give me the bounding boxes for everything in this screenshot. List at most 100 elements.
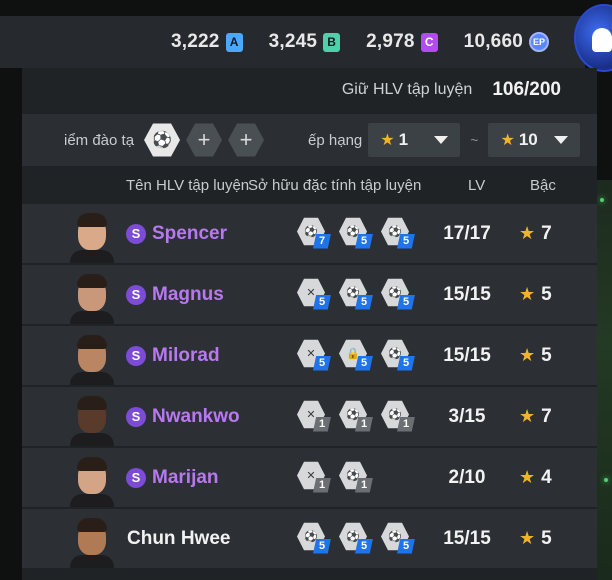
coach-rank: ★ 5 <box>519 345 552 367</box>
header-rank[interactable]: Bậc <box>530 177 556 194</box>
training-trait-icon[interactable]: ✕ 1 <box>297 461 335 495</box>
trait-list: ✕ 5 ⚽ 5 ⚽ 5 <box>297 278 419 312</box>
currency-a[interactable]: 3,222 A <box>171 31 243 53</box>
special-coach-icon: S <box>126 223 146 244</box>
table-row[interactable]: S Marijan ✕ 1 ⚽ 1 2/10 ★ 4 <box>22 448 597 507</box>
star-icon: ★ <box>500 132 515 149</box>
coach-list-panel: Giữ HLV tập luyện 106/200 iểm đào tạ ⚽ +… <box>22 68 597 580</box>
coach-level: 2/10 <box>448 466 486 488</box>
training-trait-icon[interactable]: ⚽ 5 <box>339 217 377 251</box>
coach-portrait <box>70 393 114 446</box>
training-trait-icon[interactable]: ⚽ 5 <box>381 522 419 556</box>
coach-rank: ★ 4 <box>519 467 552 489</box>
table-header: Tên HLV tập luyện Sở hữu đặc tính tập lu… <box>22 168 597 202</box>
coach-portrait <box>70 210 114 263</box>
star-icon: ★ <box>519 284 536 304</box>
star-icon: ★ <box>380 132 395 149</box>
rank-value: 5 <box>541 283 552 305</box>
training-trait-icon[interactable]: ✕ 1 <box>297 400 335 434</box>
coach-level: 15/15 <box>443 344 491 366</box>
add-filter-button-1[interactable]: + <box>186 123 223 157</box>
special-coach-icon: S <box>126 467 146 488</box>
training-trait-icon[interactable]: ⚽ 5 <box>381 339 419 373</box>
header-name[interactable]: Tên HLV tập luyện <box>126 177 249 194</box>
chevron-down-icon <box>434 136 449 144</box>
table-row[interactable]: S Nwankwo ✕ 1 ⚽ 1 ⚽ 1 3/15 ★ 7 <box>22 387 597 446</box>
rank-value: 5 <box>541 527 552 549</box>
training-trait-icon[interactable]: ⚽ 1 <box>339 400 377 434</box>
special-coach-icon: S <box>126 345 146 366</box>
currency-c-value: 2,978 <box>366 31 415 52</box>
c-badge-icon: C <box>420 32 438 52</box>
coach-name: Chun Hwee <box>127 527 231 549</box>
rank-filter-label: ếp hạng <box>308 131 363 149</box>
table-row[interactable]: S Milorad ✕ 5 🔒 5 ⚽ 5 15/15 ★ 5 <box>22 326 597 385</box>
hold-coaches-row: Giữ HLV tập luyện 106/200 <box>22 68 597 112</box>
coach-table: S Spencer ⚽ 7 ⚽ 5 ⚽ 5 17/17 ★ 7 S Magnus ✕ 5 ⚽ 5 ⚽ 5 15/15 ★… <box>22 204 597 570</box>
star-icon: ★ <box>519 345 536 365</box>
training-trait-icon[interactable]: ⚽ 5 <box>339 278 377 312</box>
training-trait-icon[interactable]: 🔒 5 <box>339 339 377 373</box>
currency-b[interactable]: 3,245 B <box>269 31 341 53</box>
filter-bar: iểm đào tạ ⚽ + + ếp hạng ★ 1 ~ ★ 10 <box>22 114 597 166</box>
training-points-filter-label: iểm đào tạ <box>64 131 135 149</box>
training-trait-icon[interactable]: ⚽ 5 <box>381 217 419 251</box>
coach-portrait <box>70 332 114 385</box>
coach-name: Nwankwo <box>152 405 240 427</box>
table-row[interactable]: S Spencer ⚽ 7 ⚽ 5 ⚽ 5 17/17 ★ 7 <box>22 204 597 263</box>
hold-label: Giữ HLV tập luyện <box>341 81 473 98</box>
header-traits[interactable]: Sở hữu đặc tính tập luyện <box>248 177 421 194</box>
header-lv[interactable]: LV <box>468 177 485 194</box>
rank-from-select[interactable]: ★ 1 <box>368 123 461 157</box>
coach-portrait <box>70 515 114 568</box>
coach-name: Spencer <box>152 222 227 244</box>
currency-ep[interactable]: 10,660 EP <box>464 31 549 53</box>
coach-name: Marijan <box>152 466 219 488</box>
trait-list: ✕ 5 🔒 5 ⚽ 5 <box>297 339 419 373</box>
hold-value: 106/200 <box>492 79 561 100</box>
currency-c[interactable]: 2,978 C <box>366 31 438 53</box>
training-trait-icon[interactable]: ✕ 5 <box>297 278 335 312</box>
coach-level: 3/15 <box>448 405 486 427</box>
coach-name: Milorad <box>152 344 220 366</box>
training-trait-icon[interactable]: ⚽ 1 <box>339 461 377 495</box>
trait-list: ⚽ 5 ⚽ 5 ⚽ 5 <box>297 522 419 556</box>
coach-level: 15/15 <box>443 527 491 549</box>
coach-rank: ★ 5 <box>519 528 552 550</box>
trait-list: ✕ 1 ⚽ 1 ⚽ 1 <box>297 400 419 434</box>
currency-bar: 3,222 A 3,245 B 2,978 C 10,660 EP <box>0 16 585 68</box>
coach-name: Magnus <box>152 283 224 305</box>
table-row[interactable]: S Magnus ✕ 5 ⚽ 5 ⚽ 5 15/15 ★ 5 <box>22 265 597 324</box>
training-trait-icon[interactable]: ✕ 5 <box>297 339 335 373</box>
coach-rank: ★ 7 <box>519 223 552 245</box>
star-icon: ★ <box>519 467 536 487</box>
rank-to-select[interactable]: ★ 10 <box>488 123 581 157</box>
training-trait-icon[interactable]: ⚽ 7 <box>297 217 335 251</box>
training-trait-icon[interactable]: ⚽ 5 <box>381 278 419 312</box>
currency-ep-value: 10,660 <box>463 31 523 52</box>
training-trait-icon[interactable]: ⚽ 5 <box>339 522 377 556</box>
coach-rank: ★ 7 <box>519 406 552 428</box>
coach-rank: ★ 5 <box>519 284 552 306</box>
coach-portrait <box>70 454 114 507</box>
special-coach-icon: S <box>126 406 146 427</box>
add-filter-button-2[interactable]: + <box>228 123 265 157</box>
rank-from-value: 1 <box>398 130 409 149</box>
user-icon <box>592 28 612 52</box>
table-row[interactable]: Chun Hwee ⚽ 5 ⚽ 5 ⚽ 5 15/15 ★ 5 <box>22 509 597 568</box>
training-trait-icon[interactable]: ⚽ 1 <box>381 400 419 434</box>
rank-value: 5 <box>541 344 552 366</box>
coach-portrait <box>70 271 114 324</box>
star-icon: ★ <box>519 528 536 548</box>
rank-value: 4 <box>541 466 552 488</box>
training-trait-icon[interactable]: ⚽ 5 <box>297 522 335 556</box>
chevron-down-icon <box>554 136 569 144</box>
training-skill-filter-icon[interactable]: ⚽ <box>144 123 181 157</box>
a-badge-icon: A <box>225 32 243 52</box>
trait-list: ⚽ 7 ⚽ 5 ⚽ 5 <box>297 217 419 251</box>
coach-level: 17/17 <box>443 222 491 244</box>
special-coach-icon: S <box>126 284 146 305</box>
star-icon: ★ <box>519 223 536 243</box>
trait-list: ✕ 1 ⚽ 1 <box>297 461 377 495</box>
b-badge-icon: B <box>323 32 341 52</box>
